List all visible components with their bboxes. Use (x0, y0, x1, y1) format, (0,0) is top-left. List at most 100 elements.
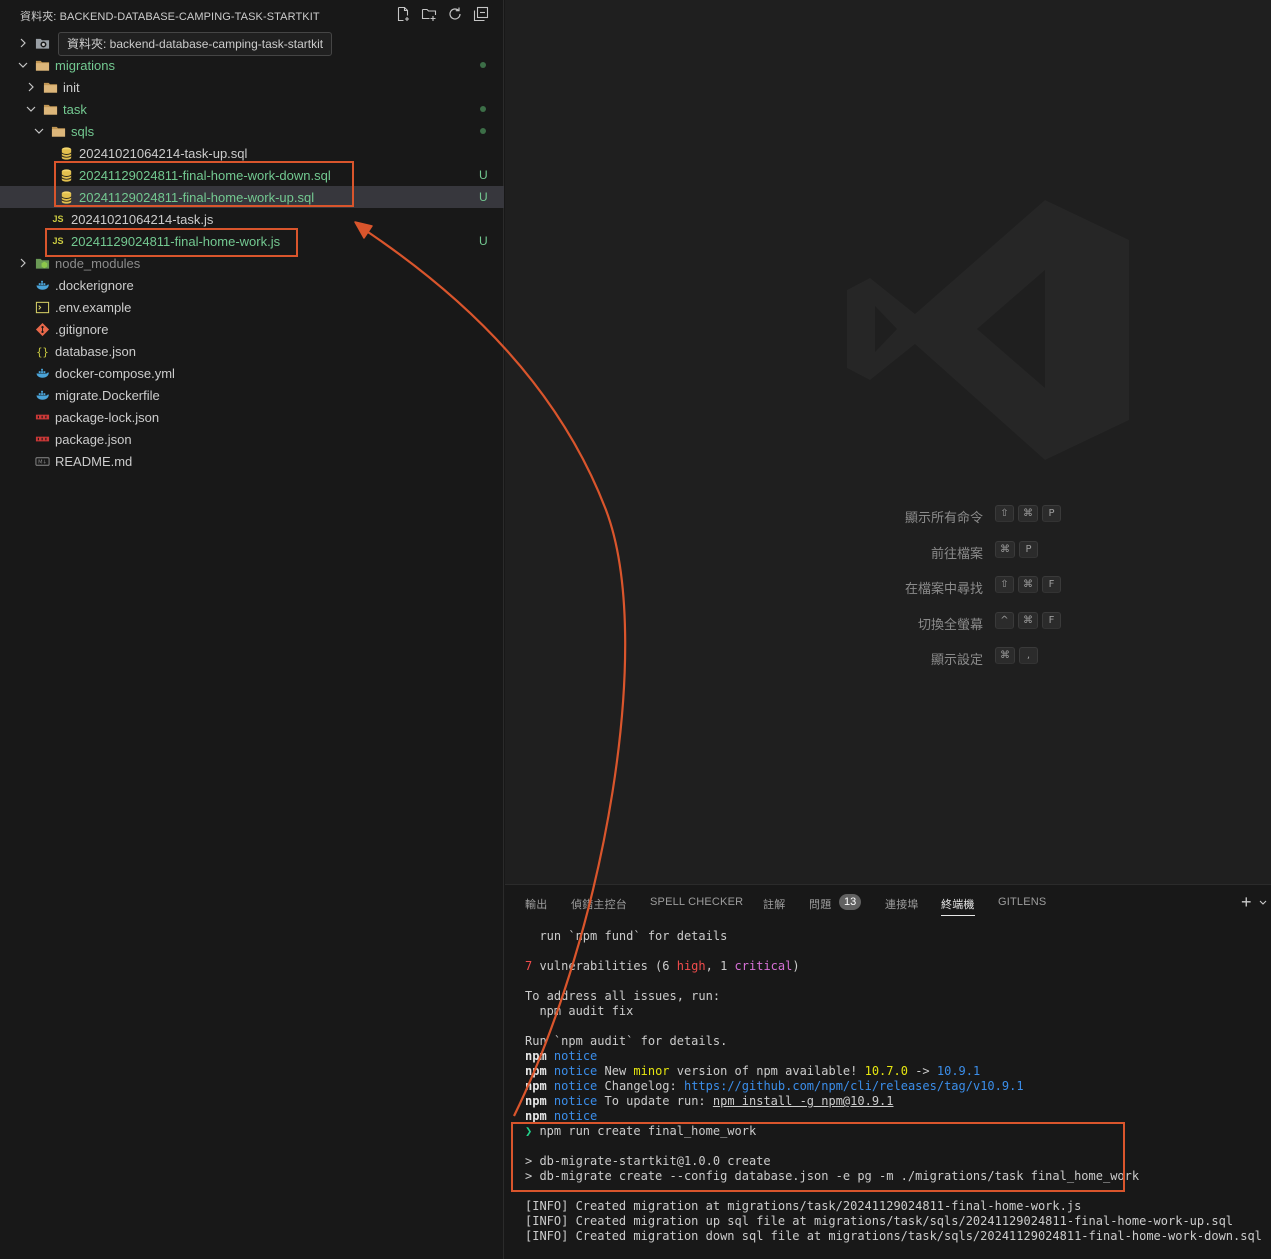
tree-item-label: .gitignore (55, 322, 109, 337)
tree-item[interactable]: M↓ README.md (0, 450, 504, 472)
tree-item-label: node_modules (55, 256, 141, 271)
keycap: ⌘ (1018, 576, 1038, 593)
panel-tab[interactable]: 問題 (809, 896, 831, 912)
tree-item[interactable]: .dockerignore (0, 274, 504, 296)
tree-item-label: docker-compose.yml (55, 366, 175, 381)
sql-icon (58, 189, 74, 205)
terminal-text: 10.9.1 (936, 1064, 981, 1078)
keycap: P (1042, 505, 1061, 522)
panel-tab[interactable]: 終端機 (941, 896, 975, 912)
terminal-text: ) (792, 959, 800, 973)
terminal-text: vulnerabilities (6 (532, 959, 677, 973)
terminal-text: , 1 (705, 959, 735, 973)
terminal-text: version of npm available! (669, 1064, 865, 1078)
terminal-line: [INFO] Created migration up sql file at … (525, 1214, 1233, 1229)
tree-item[interactable]: 20241129024811-final-home-work-up.sql U (0, 186, 504, 208)
terminal-line: Run `npm audit` for details. (525, 1034, 727, 1049)
new-folder-icon[interactable] (420, 5, 438, 23)
terminal-line: > db-migrate create --config database.js… (525, 1169, 1139, 1184)
terminal-text: [INFO] Created migration at migrations/t… (525, 1199, 1082, 1213)
terminal-text: New (597, 1064, 634, 1078)
tree-item[interactable]: JS 20241021064214-task.js (0, 208, 504, 230)
shortcut-row: 顯示設定 ⌘, (505, 647, 1271, 667)
shortcut-keys: ⇧ ⌘ P (995, 505, 1061, 522)
js-icon: JS (52, 214, 64, 224)
terminal-line: npm notice Changelog: https://github.com… (525, 1079, 1024, 1094)
md-icon: M↓ (34, 453, 50, 469)
keycap: ⌘ (995, 540, 1015, 558)
terminal-line: 7 vulnerabilities (6 high, 1 critical) (525, 959, 800, 974)
tree-item[interactable]: .gitignore (0, 318, 504, 340)
new-file-icon[interactable] (394, 5, 412, 23)
shortcut-label: 顯示所有命令 (904, 510, 983, 525)
tree-item[interactable]: package.json (0, 428, 504, 450)
tree-item[interactable]: node_modules (0, 252, 504, 274)
panel-tab[interactable]: 註解 (763, 896, 785, 912)
tree-item-label: task (63, 102, 87, 117)
panel-tab[interactable]: 連接埠 (885, 896, 919, 912)
terminal-text: critical (734, 959, 793, 973)
git-untracked-badge: U (479, 234, 488, 248)
shortcut-keys: ⌘, (995, 647, 1038, 664)
terminal-line: ❯ npm run create final_home_work (525, 1124, 756, 1139)
docker-icon (34, 387, 50, 403)
tree-item-label: 20241021064214-task.js (71, 212, 214, 227)
terminal-line: > db-migrate-startkit@1.0.0 create (525, 1154, 771, 1169)
chevron-right-icon[interactable] (24, 79, 38, 95)
shortcut-row: 在檔案中尋找 ⇧ ⌘ F (505, 576, 1271, 596)
shortcut-keys: ⇧ ⌘ F (995, 576, 1061, 593)
folder-icon (34, 57, 50, 73)
tree-item[interactable]: .env.example (0, 296, 504, 318)
shortcut-row: 切換全螢幕 ^ ⌘ F (505, 611, 1271, 632)
chevron-down-icon[interactable] (32, 123, 46, 139)
folder-icon (42, 79, 58, 95)
terminal-text: notice (553, 1064, 598, 1078)
keycap: ⇧ (995, 505, 1014, 522)
chevron-down-icon[interactable] (16, 57, 30, 73)
chevron-down-icon[interactable] (1258, 895, 1268, 909)
refresh-icon[interactable] (446, 5, 464, 23)
tree-item[interactable]: 20241129024811-final-home-work-down.sql U (0, 164, 504, 186)
tree-item-label: migrations (55, 58, 115, 73)
tree-item-label: migrate.Dockerfile (55, 388, 160, 403)
tree-item[interactable]: task (0, 98, 504, 120)
terminal-text: notice (553, 1094, 598, 1108)
shortcut-keys: ⌘ P (995, 540, 1038, 558)
terminal-text: > db-migrate-startkit@1.0.0 create (525, 1154, 771, 1168)
tree-item[interactable]: 20241021064214-task-up.sql (0, 142, 504, 164)
tree-item[interactable]: JS 20241129024811-final-home-work.js U (0, 230, 504, 252)
panel-tab[interactable]: 偵錯主控台 (571, 896, 627, 912)
new-terminal-button[interactable]: + (1241, 893, 1252, 911)
git-changes-dot (480, 128, 486, 134)
tree-item[interactable]: sqls (0, 120, 504, 142)
panel-tab[interactable]: SPELL CHECKER (650, 896, 743, 908)
panel-tab[interactable]: GITLENS (998, 896, 1046, 908)
terminal-line: npm notice (525, 1049, 597, 1064)
npm-icon (34, 431, 50, 447)
shortcut-label: 顯示設定 (930, 652, 983, 667)
tree-item[interactable]: docker-compose.yml (0, 362, 504, 384)
tree-item[interactable]: migrations (0, 54, 504, 76)
terminal-text: -> (907, 1064, 937, 1078)
tree-item[interactable]: {} database.json (0, 340, 504, 362)
panel-tab[interactable]: 輸出 (525, 896, 547, 912)
panel-tabs: 輸出 偵錯主控台 SPELL CHECKER 註解 問題 13 連接埠 終端機 GITLENS (505, 885, 1271, 921)
tree-item[interactable]: package-lock.json (0, 406, 504, 428)
chevron-down-icon[interactable] (24, 101, 38, 117)
docker-icon (34, 277, 50, 293)
keycap: F (1042, 576, 1061, 593)
tree-item[interactable]: migrate.Dockerfile (0, 384, 504, 406)
chevron-right-icon[interactable] (16, 35, 30, 51)
tree-item[interactable]: init (0, 76, 504, 98)
shortcut-keys: ^ ⌘ F (995, 611, 1061, 629)
chevron-right-icon[interactable] (16, 255, 30, 271)
git-icon (34, 321, 50, 337)
git-changes-dot (480, 106, 486, 112)
terminal-line: npm audit fix (525, 1004, 633, 1019)
terminal-text: > db-migrate create --config database.js… (525, 1169, 1140, 1183)
terminal-text: [INFO] Created migration down sql file a… (525, 1229, 1262, 1243)
collapse-all-icon[interactable] (472, 5, 490, 23)
terminal-line: [INFO] Created migration down sql file a… (525, 1229, 1262, 1244)
